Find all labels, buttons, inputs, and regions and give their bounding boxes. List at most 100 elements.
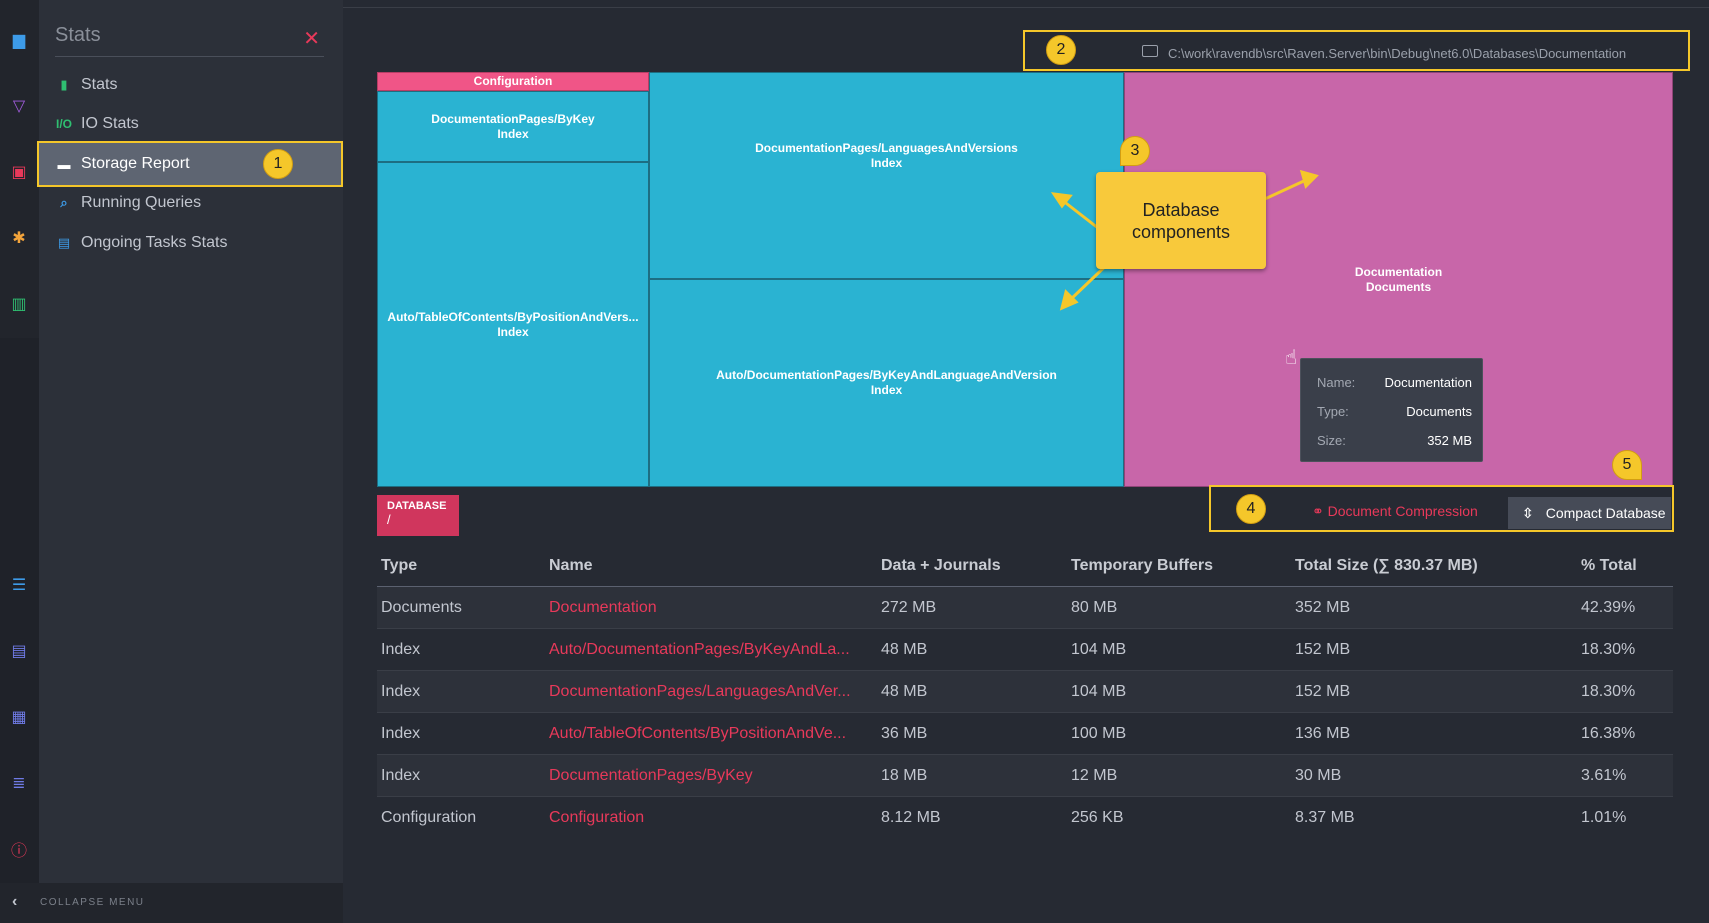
sidebar-item-label: Ongoing Tasks Stats [81, 234, 228, 251]
treemap-cell-type: Index [870, 383, 903, 397]
cell-percent-total: 42.39% [1581, 599, 1636, 616]
compact-database-button[interactable]: ⇳ Compact Database [1508, 497, 1671, 529]
cell-temporary-buffers: 256 KB [1071, 809, 1124, 826]
treemap-cell-type: Index [870, 155, 903, 170]
sidebar-item-stats[interactable]: ▮ Stats [55, 69, 117, 101]
database-chip[interactable]: DATABASE / [377, 495, 459, 536]
cell-total-size: 152 MB [1295, 641, 1351, 658]
cell-name-link[interactable]: Auto/TableOfContents/ByPositionAndVe... [549, 713, 846, 755]
tooltip-name-label: Name: [1317, 375, 1356, 390]
cell-data-journals: 36 MB [881, 725, 928, 742]
tooltip-size-value: 352 MB [1427, 433, 1472, 448]
io-icon: I/O [55, 117, 72, 131]
treemap-cell-type: Documents [1365, 279, 1432, 294]
treemap-cell-name: Auto/TableOfContents/ByPositionAndVers..… [387, 309, 639, 324]
stats-icon[interactable]: ▥ [9, 294, 29, 314]
callout-line-2: components [1131, 221, 1231, 242]
sidebar-item-label: Running Queries [81, 194, 202, 211]
table-row: Index DocumentationPages/LanguagesAndVer… [377, 671, 1673, 713]
database-chip-label: DATABASE [387, 500, 447, 512]
document-compression-link[interactable]: ⚭ Document Compression [1312, 503, 1478, 520]
treemap-cell-bykeyandlanguageandversion[interactable]: Auto/DocumentationPages/ByKeyAndLanguage… [649, 279, 1124, 487]
cell-type: Index [381, 725, 421, 742]
tasks-icon: ▤ [57, 235, 71, 250]
about-info-icon[interactable]: ⓘ [9, 839, 29, 860]
sidebar-item-running-queries[interactable]: ⌕ Running Queries [55, 187, 201, 219]
cell-data-journals: 18 MB [881, 767, 928, 784]
table-row: Index DocumentationPages/ByKey 18 MB 12 … [377, 755, 1673, 797]
sidebar-item-ongoing-tasks-stats[interactable]: ▤ Ongoing Tasks Stats [55, 227, 228, 259]
treemap-cell-name: DocumentationPages/LanguagesAndVersions [755, 140, 1018, 155]
search-icon: ⌕ [60, 195, 68, 210]
cell-name-link[interactable]: DocumentationPages/LanguagesAndVer... [549, 671, 851, 713]
cell-type: Configuration [381, 809, 477, 826]
documents-icon[interactable]: ▆ [9, 30, 29, 50]
cell-name-link[interactable]: Configuration [549, 797, 644, 839]
header-type: Type [381, 557, 418, 574]
annotation-marker-4: 4 [1236, 494, 1266, 524]
collapse-menu-label: COLLAPSE MENU [40, 897, 145, 908]
treemap-cell-languagesandversions[interactable]: DocumentationPages/LanguagesAndVersions I… [649, 72, 1124, 279]
cell-percent-total: 18.30% [1581, 683, 1636, 700]
databases-icon[interactable]: ☰ [9, 575, 29, 595]
settings-gear-icon[interactable]: ✱ [9, 228, 29, 248]
query-filter-icon[interactable]: ▽ [9, 96, 29, 116]
cell-name-link[interactable]: DocumentationPages/ByKey [549, 755, 753, 797]
treemap-tooltip: Name: Documentation Type: Documents Size: 3… [1300, 358, 1483, 462]
table-header-row: Type Name Data + Journals Temporary Buff… [377, 545, 1673, 587]
cell-total-size: 8.37 MB [1295, 809, 1355, 826]
bar-chart-icon: ▮ [60, 77, 68, 92]
compact-database-label: Compact Database [1545, 505, 1666, 521]
header-total-size: Total Size (∑ 830.37 MB) [1295, 557, 1478, 574]
folder-icon [1142, 45, 1158, 57]
cell-name-link[interactable]: Documentation [549, 587, 657, 629]
cell-total-size: 352 MB [1295, 599, 1351, 616]
sidebar-title: Stats [55, 24, 101, 46]
annotation-marker-1: 1 [263, 149, 293, 179]
header-data-journals: Data + Journals [881, 557, 1001, 574]
database-components-callout: Database components [1096, 172, 1266, 269]
tooltip-type-value: Documents [1406, 404, 1472, 419]
cell-type: Index [381, 641, 421, 658]
storage-icon: ▬ [57, 156, 71, 172]
treemap-cell-type: Index [497, 324, 529, 339]
header-temporary-buffers: Temporary Buffers [1071, 557, 1213, 574]
treemap-cell-name: Auto/DocumentationPages/ByKeyAndLanguage… [716, 368, 1057, 382]
table-row: Documents Documentation 272 MB 80 MB 352… [377, 587, 1673, 629]
table-row: Index Auto/TableOfContents/ByPositionAnd… [377, 713, 1673, 755]
cell-temporary-buffers: 12 MB [1071, 767, 1118, 784]
table-row: Configuration Configuration 8.12 MB 256 … [377, 797, 1673, 839]
collapse-menu-button[interactable]: ‹ COLLAPSE MENU [0, 883, 343, 923]
annotation-marker-2: 2 [1046, 35, 1076, 65]
sidebar-item-storage-report-content[interactable]: ▬ Storage Report [55, 148, 190, 180]
treemap-cell-type: Index [497, 126, 529, 141]
stats-sidebar: Stats ✕ ▮ Stats I/O IO Stats ▬ Storage R… [37, 0, 343, 883]
cluster-icon[interactable]: ▦ [9, 707, 29, 727]
treemap-cell-tableofcontents[interactable]: Auto/TableOfContents/ByPositionAndVers..… [377, 162, 649, 487]
top-border [343, 0, 1709, 8]
cell-name-link[interactable]: Auto/DocumentationPages/ByKeyAndLa... [549, 629, 850, 671]
link-icon: ⚭ [1312, 503, 1328, 519]
cell-total-size: 152 MB [1295, 683, 1351, 700]
treemap-cell-documentationpages-bykey[interactable]: DocumentationPages/ByKey Index [377, 91, 649, 162]
table-row: Index Auto/DocumentationPages/ByKeyAndLa… [377, 629, 1673, 671]
cell-type: Index [381, 683, 421, 700]
cell-percent-total: 16.38% [1581, 725, 1636, 742]
annotation-marker-3: 3 [1120, 136, 1150, 166]
cell-percent-total: 18.30% [1581, 641, 1636, 658]
tooltip-type-label: Type: [1317, 404, 1349, 419]
sidebar-header: Stats ✕ [55, 24, 324, 57]
cell-temporary-buffers: 100 MB [1071, 725, 1127, 742]
treemap-cell-name: Documentation [1354, 264, 1443, 279]
sidebar-item-label: Storage Report [81, 155, 190, 172]
database-path: C:\work\ravendb\src\Raven.Server\bin\Deb… [1168, 46, 1627, 61]
document-compression-label: Document Compression [1327, 503, 1478, 519]
sidebar-item-label: IO Stats [81, 115, 139, 132]
annotation-marker-5: 5 [1612, 450, 1642, 480]
close-icon[interactable]: ✕ [303, 26, 320, 51]
server-icon[interactable]: ▤ [9, 641, 29, 661]
manage-server-icon[interactable]: ≣ [9, 773, 29, 793]
tasks-clipboard-icon[interactable]: ▣ [9, 162, 29, 182]
sidebar-item-io-stats[interactable]: I/O IO Stats [55, 108, 139, 140]
treemap-config-header[interactable]: Configuration [377, 72, 649, 91]
